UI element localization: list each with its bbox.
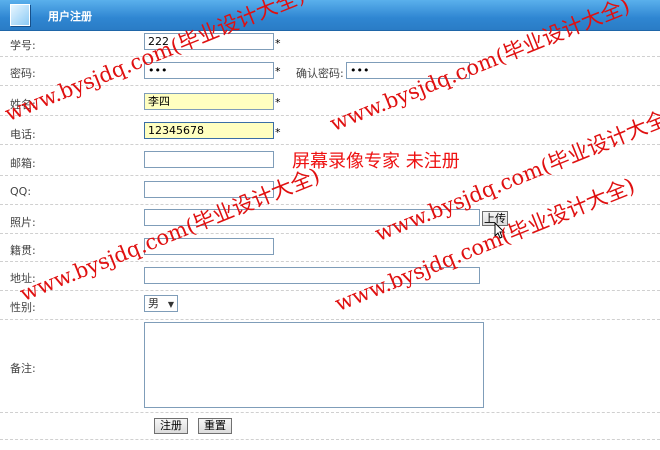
- form-icon: [10, 4, 30, 26]
- gender-select[interactable]: 男 ▼: [144, 295, 178, 312]
- hometown-label: 籍贯:: [10, 244, 36, 257]
- email-label: 邮箱:: [10, 157, 36, 170]
- student-id-label: 学号:: [10, 39, 36, 52]
- confirm-password-label: 确认密码:: [296, 67, 344, 80]
- page-title: 用户注册: [48, 10, 92, 23]
- required-mark: *: [275, 65, 281, 78]
- recorder-watermark: 屏幕录像专家 未注册: [292, 151, 460, 172]
- required-mark: *: [275, 37, 281, 50]
- password-label: 密码:: [10, 67, 36, 80]
- remarks-label: 备注:: [10, 362, 36, 375]
- qq-label: QQ:: [10, 185, 32, 198]
- phone-input[interactable]: 12345678: [144, 122, 274, 139]
- required-mark: *: [275, 126, 281, 139]
- required-mark: *: [275, 96, 281, 109]
- chevron-down-icon: ▼: [167, 300, 174, 309]
- phone-label: 电话:: [10, 128, 36, 141]
- remarks-textarea[interactable]: [144, 322, 484, 408]
- reset-button[interactable]: 重置: [198, 418, 232, 434]
- email-input[interactable]: [144, 151, 274, 168]
- gender-selected-value: 男: [148, 297, 159, 310]
- row-actions: 注册 重置: [0, 413, 660, 440]
- submit-button[interactable]: 注册: [154, 418, 188, 434]
- photo-label: 照片:: [10, 216, 36, 229]
- row-gender: 性别: 男 ▼: [0, 291, 660, 320]
- name-input[interactable]: 李四: [144, 93, 274, 110]
